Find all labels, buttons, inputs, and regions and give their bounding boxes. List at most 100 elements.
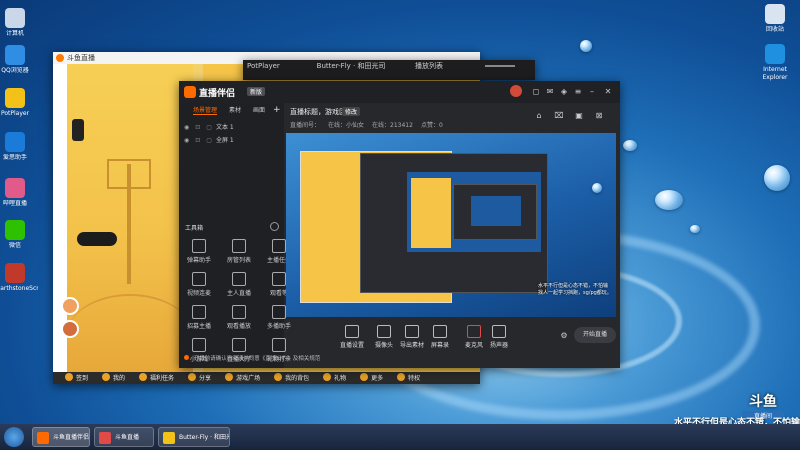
- tool-item[interactable]: 房管列表: [224, 239, 254, 264]
- stream-preview[interactable]: 水平不行但是心态不错，不怕输 找人一起学习挡跑，sg/pg都玩。: [286, 133, 616, 317]
- desktop-icon[interactable]: Internet Explorer: [752, 44, 798, 82]
- control-icon: [433, 325, 447, 338]
- douyu-bottom-button[interactable]: 分享: [188, 373, 211, 384]
- tool-item[interactable]: 主人直播: [224, 272, 254, 297]
- scene-tab[interactable]: 素材: [229, 107, 241, 114]
- douyu-bottom-icon: [102, 373, 111, 381]
- visibility-icon[interactable]: ◉: [184, 124, 189, 131]
- douyu-bottom-button[interactable]: 我的背包: [274, 373, 309, 384]
- desktop-icon[interactable]: PotPlayer: [0, 88, 38, 118]
- douyu-promo-badge[interactable]: [77, 232, 117, 246]
- scene-item[interactable]: ◉ ⊡ ▢ 文本 1: [179, 121, 284, 134]
- scene-tab[interactable]: 场景管理: [193, 107, 218, 115]
- douyu-bottom-icon: [274, 373, 283, 381]
- douyu-title: 斗鱼直播: [67, 54, 95, 62]
- live-companion-window[interactable]: 直播伴侣 新版 ◻ ✉ ◈ ≡ – ✕ 场景管理 素材 画面 + ◉ ⊡ ▢ 文本 1 ◉ ⊡…: [179, 81, 620, 368]
- desktop-icon-label: 回收站: [765, 26, 784, 33]
- lock-icon[interactable]: ⌧: [554, 111, 564, 121]
- potplayer-window[interactable]: PotPlayer Butter-Fly · 和田光司 播放列表: [243, 60, 535, 80]
- scene-tab[interactable]: 画面: [253, 107, 265, 114]
- tool-icon: [272, 272, 286, 286]
- desktop-icon[interactable]: 哔哩直播: [0, 178, 38, 208]
- lock-screen-icon[interactable]: ⊠: [594, 111, 604, 121]
- douyu-logo-icon: [56, 54, 64, 62]
- version-badge: 新版: [247, 87, 266, 96]
- control-button[interactable]: 导出素材: [397, 325, 427, 349]
- douyu-avatar[interactable]: [61, 297, 79, 315]
- companion-logo: 直播伴侣: [199, 89, 236, 99]
- scene-item[interactable]: ◉ ⊡ ▢ 全屏 1: [179, 134, 284, 147]
- desktop-icon[interactable]: 计算机: [0, 8, 38, 38]
- douyu-bottom-bar: 签到 我的 福利任务 分享 游戏广场 我的背包 礼物 更多 特权: [53, 372, 480, 384]
- douyu-bottom-button[interactable]: 签到: [65, 373, 88, 384]
- mail-icon[interactable]: ✉: [545, 87, 555, 97]
- volume-slider[interactable]: [485, 65, 515, 67]
- start-live-button[interactable]: 开始直播: [574, 327, 616, 343]
- settings-icon[interactable]: ⚙: [559, 331, 569, 341]
- desktop-icon[interactable]: 爱思助手: [0, 132, 38, 162]
- douyu-bottom-button[interactable]: 特权: [397, 373, 420, 384]
- stream-info-header: 直播标题，游戏区 修改 直播间号： 在线：小仙女 在线：213412 点赞：0 ⌂ ⌧…: [284, 103, 620, 133]
- taskbar-button[interactable]: 斗鱼直播: [94, 427, 154, 447]
- edit-title-button[interactable]: 修改: [342, 107, 361, 116]
- visibility-icon[interactable]: ◉: [184, 137, 189, 144]
- tools-collapse-icon[interactable]: [270, 222, 279, 231]
- layout-icon[interactable]: ▣: [574, 111, 584, 121]
- share-icon[interactable]: ⌂: [534, 111, 544, 121]
- douyu-bottom-button[interactable]: 礼物: [323, 373, 346, 384]
- control-button[interactable]: 屏幕录: [425, 325, 455, 349]
- desktop-icon[interactable]: 微信: [0, 220, 38, 250]
- douyu-bottom-button[interactable]: 更多: [360, 373, 383, 384]
- control-button[interactable]: 直播设置: [337, 325, 367, 349]
- tool-item[interactable]: 视频连麦: [184, 272, 214, 297]
- companion-titlebar[interactable]: 直播伴侣 新版 ◻ ✉ ◈ ≡ – ✕: [179, 81, 620, 103]
- control-button[interactable]: 摄像头: [369, 325, 399, 349]
- tool-icon: [192, 305, 206, 319]
- wechat-icon: [5, 220, 25, 240]
- tool-item[interactable]: 弹幕助手: [184, 239, 214, 264]
- douyu-bottom-button[interactable]: 福利任务: [139, 373, 174, 384]
- minimize-icon[interactable]: –: [587, 87, 597, 97]
- bilibili-live-icon: [5, 178, 25, 198]
- douyu-avatar[interactable]: [61, 320, 79, 338]
- taskbar-button[interactable]: Butter-Fly · 和田光...: [158, 427, 230, 447]
- desktop-icon-label: 微信: [8, 242, 21, 249]
- preview-watermark: 水平不行但是心态不错，不怕输 找人一起学习挡跑，sg/pg都玩。: [538, 283, 612, 296]
- ie-icon: [765, 44, 785, 64]
- control-icon: [345, 325, 359, 338]
- preview-nested-companion: [360, 153, 548, 293]
- water-drop: [580, 40, 592, 52]
- qq-browser-icon: [5, 45, 25, 65]
- message-icon[interactable]: ◻: [531, 87, 541, 97]
- tool-item[interactable]: 观看播放: [224, 305, 254, 330]
- tool-icon: [232, 272, 246, 286]
- water-drop: [623, 140, 637, 151]
- control-icon: [467, 325, 481, 338]
- lock-icon[interactable]: ⊡: [195, 137, 200, 144]
- tool-icon: [272, 305, 286, 319]
- desktop-icon[interactable]: QQ浏览器: [0, 45, 38, 75]
- start-button[interactable]: [4, 427, 24, 447]
- douyu-bottom-button[interactable]: 我的: [102, 373, 125, 384]
- desktop-icon[interactable]: HearthstoneScreenshot: [0, 263, 38, 293]
- tool-icon: [192, 272, 206, 286]
- taskbar-button[interactable]: 斗鱼直播伴侣: [32, 427, 90, 447]
- tool-item[interactable]: 招募主播: [184, 305, 214, 330]
- tool-icon: [232, 305, 246, 319]
- stream-stats: 直播间号： 在线：小仙女 在线：213412 点赞：0: [290, 120, 451, 129]
- douyu-bottom-button[interactable]: 游戏广场: [225, 373, 260, 384]
- user-avatar[interactable]: [510, 85, 522, 97]
- control-button[interactable]: 扬声器: [484, 325, 514, 349]
- close-icon[interactable]: ✕: [603, 87, 613, 97]
- tool-icon: [272, 239, 286, 253]
- skin-icon[interactable]: ◈: [559, 87, 569, 97]
- taskbar: 斗鱼直播伴侣斗鱼直播Butter-Fly · 和田光...: [0, 424, 800, 450]
- desktop-icon[interactable]: 回收站: [752, 4, 798, 34]
- water-drop: [690, 225, 700, 233]
- taskbar-app-icon: [37, 432, 49, 444]
- lock-icon[interactable]: ⊡: [195, 124, 200, 131]
- notice-bar: 开播前请确认已阅读并同意《直播公约》及相关规范: [184, 354, 484, 362]
- add-scene-icon[interactable]: +: [273, 105, 281, 115]
- menu-icon[interactable]: ≡: [573, 87, 583, 97]
- douyu-bottom-icon: [225, 373, 234, 381]
